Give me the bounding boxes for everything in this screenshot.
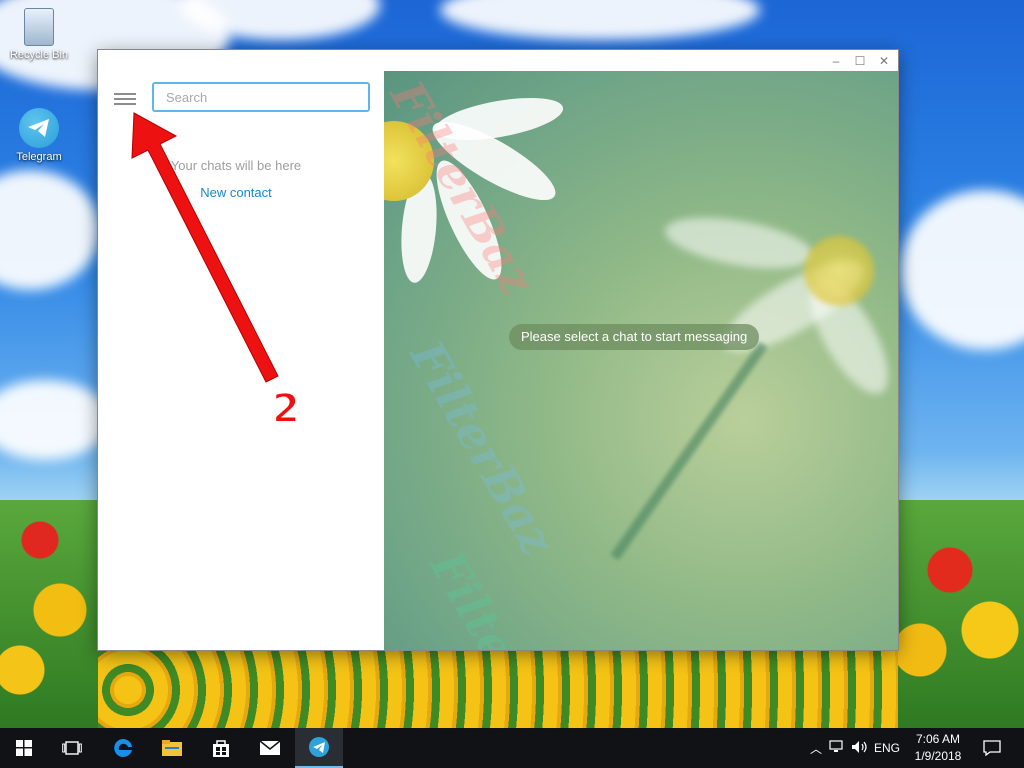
taskbar: ︿ ENG 7:06 AM 1/9/2018 xyxy=(0,728,1024,768)
search-input[interactable] xyxy=(152,82,370,112)
annotation-step-number: 2 xyxy=(271,385,301,433)
hamburger-menu-icon[interactable] xyxy=(114,91,136,109)
desktop-icon-recycle-bin[interactable]: Recycle Bin xyxy=(4,8,74,61)
title-bar: – ☐ ✕ xyxy=(98,50,898,71)
watermark-text: FilterBaz xyxy=(420,542,585,650)
watermark-text: FilterBaz xyxy=(399,331,566,565)
volume-icon[interactable] xyxy=(848,740,872,757)
cloud xyxy=(0,380,110,460)
recycle-bin-icon xyxy=(24,8,54,46)
clock[interactable]: 7:06 AM 1/9/2018 xyxy=(904,731,972,765)
mail-icon[interactable] xyxy=(246,728,294,768)
file-explorer-icon[interactable] xyxy=(148,728,196,768)
close-button[interactable]: ✕ xyxy=(872,52,896,70)
select-chat-message: Please select a chat to start messaging xyxy=(509,324,760,350)
empty-chats-text: Your chats will be here xyxy=(170,158,302,173)
desktop-icon-label: Recycle Bin xyxy=(9,49,69,61)
clock-date: 1/9/2018 xyxy=(914,749,962,763)
flower-stem xyxy=(610,341,768,561)
store-icon[interactable] xyxy=(197,728,245,768)
task-view-icon[interactable] xyxy=(48,728,96,768)
new-contact-link[interactable]: New contact xyxy=(98,185,374,200)
system-tray: ︿ ENG xyxy=(806,728,902,768)
clock-time: 7:06 AM xyxy=(915,732,961,746)
cloud xyxy=(440,0,760,40)
telegram-icon xyxy=(19,108,59,148)
show-hidden-icons-icon[interactable]: ︿ xyxy=(806,740,826,757)
cloud xyxy=(0,170,100,290)
language-indicator[interactable]: ENG xyxy=(872,741,902,755)
maximize-button[interactable]: ☐ xyxy=(848,52,872,70)
minimize-button[interactable]: – xyxy=(824,52,848,70)
chat-area: FilterBaz FilterBaz FilterBaz Please sel… xyxy=(384,71,898,650)
edge-icon[interactable] xyxy=(99,728,147,768)
desktop-icon-label: Telegram xyxy=(16,151,62,163)
desktop-icon-telegram[interactable]: Telegram xyxy=(4,108,74,163)
taskbar-telegram-icon[interactable] xyxy=(295,728,343,768)
windows-start-icon[interactable] xyxy=(0,728,48,768)
telegram-window: – ☐ ✕ Your chats will be here New contac… xyxy=(98,50,898,650)
daisy-petal xyxy=(661,208,817,278)
network-icon[interactable] xyxy=(826,739,848,757)
chat-list-panel: Your chats will be here New contact xyxy=(98,71,384,650)
daisy-center xyxy=(804,236,874,306)
notification-center-icon[interactable] xyxy=(968,728,1016,768)
flower-bed xyxy=(98,650,898,728)
cloud xyxy=(900,190,1024,350)
